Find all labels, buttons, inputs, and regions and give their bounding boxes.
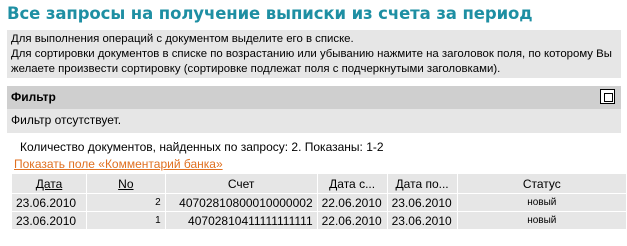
- column-header-date-from: Дата с...: [316, 173, 388, 194]
- filter-status-panel: Фильтр отсутствует.: [7, 109, 621, 133]
- cell-account: 40702810800010000002: [164, 193, 318, 212]
- filter-label: Фильтр: [11, 90, 56, 104]
- column-header-no[interactable]: No: [85, 173, 166, 194]
- maximize-icon: [604, 93, 613, 102]
- cell-date-from: 22.06.2010: [316, 193, 388, 212]
- documents-count: Количество документов, найденных по запр…: [20, 140, 384, 154]
- cell-status: новый: [456, 193, 627, 212]
- instruction-line: Для выполнения операций с документом выд…: [11, 33, 354, 45]
- cell-date-to: 23.06.2010: [386, 193, 458, 212]
- cell-date: 23.06.2010: [11, 211, 87, 230]
- column-header-date[interactable]: Дата: [11, 173, 87, 194]
- cell-status: новый: [456, 211, 627, 230]
- show-bank-comment-link[interactable]: Показать поле «Комментарий банка»: [14, 157, 223, 171]
- instruction-line: Для сортировки документов в списке по во…: [11, 48, 612, 60]
- table-row[interactable]: 23.06.2010 1 40702810411111111111 22.06.…: [11, 211, 627, 230]
- instruction-line: желаете произвести сортировку (сортировк…: [11, 63, 501, 75]
- documents-table: Дата No Счет Дата с... Дата по... Статус…: [11, 173, 627, 230]
- column-header-status: Статус: [456, 173, 627, 194]
- table-row[interactable]: 23.06.2010 2 40702810800010000002 22.06.…: [11, 193, 627, 212]
- instructions-panel: Для выполнения операций с документом выд…: [7, 30, 621, 78]
- table-header-row: Дата No Счет Дата с... Дата по... Статус: [11, 173, 627, 194]
- filter-toggle-button[interactable]: [600, 89, 615, 104]
- page-title: Все запросы на получение выписки из счет…: [7, 4, 533, 23]
- cell-date-from: 22.06.2010: [316, 211, 388, 230]
- cell-date-to: 23.06.2010: [386, 211, 458, 230]
- cell-no: 2: [85, 193, 166, 212]
- cell-no: 1: [85, 211, 166, 230]
- cell-account: 40702810411111111111: [164, 211, 318, 230]
- cell-date: 23.06.2010: [11, 193, 87, 212]
- column-header-date-to: Дата по...: [386, 173, 458, 194]
- column-header-account: Счет: [164, 173, 318, 194]
- filter-header: Фильтр: [7, 86, 621, 109]
- filter-status-text: Фильтр отсутствует.: [11, 113, 122, 127]
